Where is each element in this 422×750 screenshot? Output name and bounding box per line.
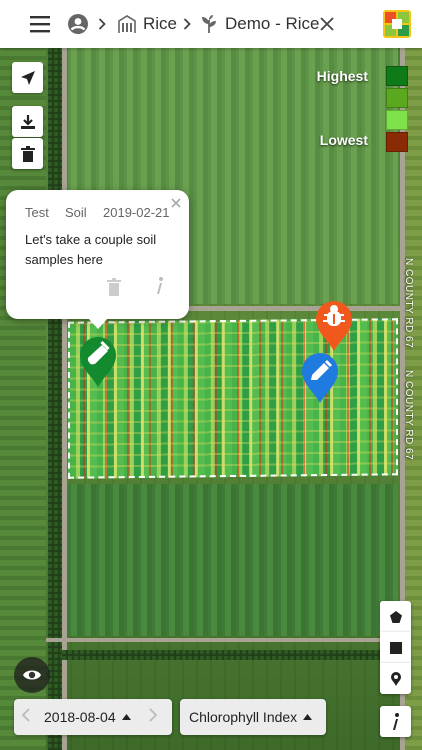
legend-swatch [386, 66, 408, 86]
navigation-arrow-icon [20, 70, 35, 85]
breadcrumb-item-field[interactable]: Demo - Rice [200, 0, 319, 48]
app-logo [383, 0, 411, 48]
breadcrumb-separator [183, 0, 191, 48]
hamburger-icon [30, 16, 50, 33]
chevron-right-icon [98, 18, 106, 30]
note-date: 2019-02-21 [103, 205, 170, 220]
legend-highest-label: Highest [316, 68, 368, 84]
info-icon [157, 277, 163, 294]
note-author: Test [25, 205, 49, 220]
previous-date-button[interactable] [21, 707, 30, 727]
road [0, 638, 422, 642]
chevron-right-icon [183, 18, 191, 30]
legend-swatch [386, 88, 408, 108]
layer-selector[interactable]: Chlorophyll Index [180, 699, 326, 735]
tree-line [48, 48, 62, 750]
download-button[interactable] [12, 106, 43, 137]
note-pin[interactable] [300, 352, 340, 404]
building-icon [118, 15, 136, 33]
popup-close-button[interactable] [171, 195, 181, 212]
note-category: Soil [65, 205, 87, 220]
soil-sample-pin[interactable] [78, 336, 118, 388]
note-info-button[interactable] [155, 276, 165, 302]
map-pin-icon [390, 671, 401, 686]
selected-date[interactable]: 2018-08-04 [44, 709, 116, 725]
crop-field [68, 484, 398, 636]
pentagon-icon [389, 610, 402, 623]
account-circle-icon [68, 14, 88, 34]
legend-lowest-label: Lowest [319, 132, 368, 148]
caret-up-icon [121, 714, 131, 720]
close-button[interactable] [320, 0, 334, 48]
breadcrumb-separator [98, 0, 106, 48]
tree-line [62, 650, 400, 660]
top-bar: Rice Demo - Rice [0, 0, 422, 48]
bug-pin-icon [316, 301, 352, 351]
legend: Highest Lowest [317, 66, 408, 156]
sprout-icon [202, 15, 216, 33]
pest-pin[interactable] [314, 300, 354, 352]
pencil-pin-icon [302, 353, 338, 403]
chevron-left-icon [21, 707, 30, 722]
date-selector[interactable]: 2018-08-04 [14, 699, 172, 735]
close-icon [171, 198, 181, 208]
road [62, 48, 67, 750]
breadcrumb-label: Demo - Rice [225, 14, 320, 33]
draw-rectangle-button[interactable] [380, 632, 411, 663]
locate-button[interactable] [12, 62, 43, 93]
note-popup: Test Soil 2019-02-21 Let's take a couple… [6, 190, 189, 329]
next-date-button[interactable] [148, 707, 157, 727]
delete-button[interactable] [12, 138, 43, 169]
note-text: Let's take a couple soil samples here [25, 232, 157, 267]
caret-up-icon [303, 714, 313, 720]
test-tube-pin-icon [80, 337, 116, 387]
add-marker-button[interactable] [380, 663, 411, 694]
breadcrumb-item-farm[interactable]: Rice [117, 0, 177, 48]
draw-polygon-button[interactable] [380, 601, 411, 632]
selected-layer[interactable]: Chlorophyll Index [189, 709, 297, 725]
trash-icon [20, 145, 35, 162]
account-button[interactable] [67, 0, 89, 48]
breadcrumb-label: Rice [143, 14, 178, 33]
logo-icon [383, 10, 411, 38]
info-icon [392, 712, 399, 730]
road-label: N COUNTY RD 67 [403, 370, 414, 461]
visibility-toggle[interactable] [14, 657, 50, 693]
trash-icon [107, 278, 121, 296]
eye-icon [23, 670, 41, 680]
menu-button[interactable] [30, 0, 52, 48]
close-icon [320, 17, 334, 31]
legend-swatch [386, 132, 408, 152]
chevron-right-icon [148, 707, 157, 722]
legend-swatch [386, 110, 408, 130]
info-button[interactable] [380, 706, 411, 737]
square-icon [389, 641, 402, 654]
note-delete-button[interactable] [107, 278, 121, 301]
road-label: N COUNTY RD 67 [403, 258, 414, 349]
download-icon [20, 114, 35, 129]
